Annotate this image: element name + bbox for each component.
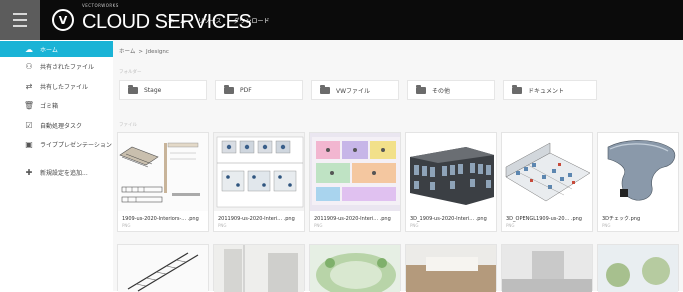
- sidebar-item-label: ホーム: [40, 46, 58, 54]
- file-card[interactable]: 3D_OPENGL1909-us-20... .png PNG: [501, 132, 593, 232]
- breadcrumb: ホーム > Jdesignc: [119, 49, 169, 55]
- share-icon: ⇄: [25, 81, 33, 91]
- top-nav: ホーム リソース ダウンロード: [168, 16, 270, 25]
- sidebar-item-label: 共有されたファイル: [40, 63, 95, 71]
- file-thumbnail: [214, 133, 304, 211]
- file-name: 2011909-us-2020-Interi... .png: [314, 216, 391, 222]
- cloud-icon: ☁: [25, 44, 33, 54]
- file-thumbnail: [502, 133, 592, 211]
- folder-item[interactable]: VWファイル: [311, 80, 399, 100]
- file-card[interactable]: [501, 244, 593, 292]
- sidebar-item-shared-with-me[interactable]: ⚇ 共有されたファイル: [0, 58, 113, 74]
- file-card[interactable]: [597, 244, 679, 292]
- file-card[interactable]: [309, 244, 401, 292]
- file-card[interactable]: 1909-us-2020-Interiors-... .png PNG: [117, 132, 209, 232]
- folder-item[interactable]: ドキュメント: [503, 80, 597, 100]
- shared-users-icon: ⚇: [25, 61, 33, 71]
- folders-section-label: フォルダー: [119, 70, 142, 75]
- folder-icon: [320, 84, 330, 94]
- sidebar-item-tasks[interactable]: ☑ 自動処理タスク: [0, 117, 113, 133]
- file-thumbnail: [502, 245, 592, 292]
- file-thumbnail: [214, 245, 304, 292]
- file-type: PNG: [122, 223, 131, 228]
- nav-downloads[interactable]: ダウンロード: [234, 16, 270, 25]
- file-type: PNG: [314, 223, 323, 228]
- main-content: ホーム > Jdesignc フォルダー Stage PDF VWファイル その他 …: [113, 40, 683, 292]
- sidebar-item-label: 共有したファイル: [40, 83, 89, 91]
- file-card[interactable]: 2011909-us-2020-Interi... .png PNG: [309, 132, 401, 232]
- file-card[interactable]: 3D_1909-us-2020-Interi... .png PNG: [405, 132, 497, 232]
- file-thumbnail: [118, 133, 208, 211]
- tasks-icon: ☑: [25, 120, 33, 130]
- file-type: PNG: [602, 223, 611, 228]
- folder-icon: [416, 84, 426, 94]
- files-section-label: ファイル: [119, 123, 137, 128]
- file-card[interactable]: [117, 244, 209, 292]
- sidebar-item-trash[interactable]: 🗑 ゴミ箱: [0, 97, 113, 113]
- file-type: PNG: [506, 223, 515, 228]
- file-type: PNG: [218, 223, 227, 228]
- sidebar-item-add-storage[interactable]: ✚ 新規設定を追加...: [0, 164, 113, 180]
- folder-item[interactable]: Stage: [119, 80, 207, 100]
- sidebar-item-label: 新規設定を追加...: [40, 169, 88, 177]
- sidebar: ☁ ホーム ⚇ 共有されたファイル ⇄ 共有したファイル 🗑 ゴミ箱 ☑ 自動処…: [0, 40, 113, 291]
- file-type: PNG: [410, 223, 419, 228]
- file-name: 3D_OPENGL1909-us-20... .png: [506, 216, 582, 222]
- file-name: 1909-us-2020-Interiors-... .png: [122, 216, 199, 222]
- folder-icon: [512, 84, 522, 94]
- file-card[interactable]: [405, 244, 497, 292]
- file-name: 3Dチェック.png: [602, 216, 641, 222]
- nav-resources[interactable]: リソース: [198, 16, 222, 25]
- file-card[interactable]: [213, 244, 305, 292]
- file-thumbnail: [310, 133, 400, 211]
- file-thumbnail: [310, 245, 400, 292]
- folder-icon: [128, 84, 138, 94]
- sidebar-item-shared-by-me[interactable]: ⇄ 共有したファイル: [0, 78, 113, 94]
- sidebar-item-label: ゴミ箱: [40, 102, 59, 110]
- vectorworks-logo-icon: V: [52, 9, 74, 31]
- presentation-icon: ▣: [25, 139, 33, 149]
- breadcrumb-current: Jdesignc: [145, 49, 169, 55]
- brand-small-text: VECTORWORKS: [82, 3, 119, 8]
- menu-button[interactable]: [0, 0, 40, 40]
- file-thumbnail: [118, 245, 208, 292]
- sidebar-item-label: ライブプレゼンテーション: [40, 141, 112, 149]
- trash-icon: 🗑: [23, 100, 35, 110]
- file-name: 2011909-us-2020-Interi... .png: [218, 216, 295, 222]
- top-bar: V VECTORWORKS CLOUD SERVICES ホーム リソース ダウ…: [0, 0, 683, 40]
- file-card[interactable]: 2011909-us-2020-Interi... .png PNG: [213, 132, 305, 232]
- hamburger-icon: [13, 11, 27, 29]
- file-thumbnail: [598, 133, 678, 211]
- sidebar-item-home[interactable]: ☁ ホーム: [0, 41, 113, 57]
- nav-home[interactable]: ホーム: [168, 16, 186, 25]
- folder-icon: [224, 84, 234, 94]
- sidebar-item-label: 自動処理タスク: [40, 122, 83, 130]
- file-thumbnail: [406, 133, 496, 211]
- folder-item[interactable]: その他: [407, 80, 495, 100]
- sidebar-item-presentations[interactable]: ▣ ライブプレゼンテーション: [0, 136, 113, 152]
- breadcrumb-home[interactable]: ホーム: [119, 49, 135, 55]
- file-thumbnail: [598, 245, 678, 292]
- file-thumbnail: [406, 245, 496, 292]
- file-name: 3D_1909-us-2020-Interi... .png: [410, 216, 487, 222]
- file-card[interactable]: 3Dチェック.png PNG: [597, 132, 679, 232]
- plus-icon: ✚: [25, 167, 33, 177]
- folder-item[interactable]: PDF: [215, 80, 303, 100]
